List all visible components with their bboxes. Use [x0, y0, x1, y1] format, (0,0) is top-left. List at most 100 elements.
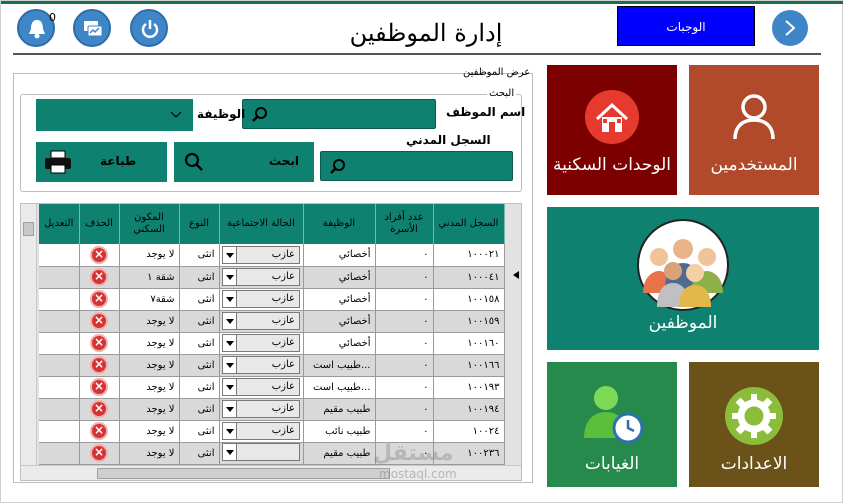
edit-cell[interactable] [39, 244, 80, 267]
watermark-logo: مستقل [373, 441, 454, 466]
settings-tile[interactable]: الاعدادات [689, 362, 819, 487]
edit-cell[interactable] [39, 354, 80, 377]
users-tile[interactable]: المستخدمين [689, 65, 819, 195]
column-header[interactable]: الحالة الاجتماعية [219, 204, 304, 244]
table-row[interactable]: × شقة ١ انثى عازب أخصائي ٠ ١٠٠٠٤١ [39, 266, 505, 289]
delete-icon[interactable]: × [90, 245, 108, 264]
delete-icon[interactable]: × [90, 422, 108, 440]
column-header[interactable]: عدد أفراد الأسرة [375, 204, 434, 244]
delete-cell[interactable]: × [79, 266, 120, 289]
marital-status-select[interactable]: عازب [222, 422, 300, 440]
chevron-down-icon[interactable] [223, 401, 237, 417]
search-button[interactable]: ابحث [174, 142, 314, 182]
table-row[interactable]: × لا يوجد انثى عازب طبيب مقيم ٠ ١٠٠١٩٤ [39, 398, 505, 421]
edit-cell[interactable] [39, 266, 80, 289]
delete-icon[interactable]: × [90, 334, 108, 352]
edit-cell[interactable] [39, 288, 80, 311]
marital-status-cell[interactable]: عازب [219, 376, 304, 399]
edit-cell[interactable] [39, 376, 80, 399]
meals-button[interactable]: الوجبات [617, 6, 755, 46]
delete-cell[interactable]: × [79, 376, 120, 399]
employees-tile[interactable]: الموظفين [547, 207, 819, 350]
delete-cell[interactable]: × [79, 288, 120, 311]
column-header[interactable]: التعديل [39, 204, 80, 244]
chevron-down-icon[interactable] [223, 357, 237, 373]
employees-grid: التعديل الحذف المكون السكني النوع الحالة الا… [39, 204, 505, 465]
column-header[interactable]: السجل المدني [433, 204, 505, 244]
delete-cell[interactable]: × [79, 332, 120, 355]
employee-name-input[interactable] [242, 99, 436, 129]
delete-icon[interactable]: × [90, 378, 108, 396]
column-header[interactable]: الحذف [79, 204, 120, 244]
marital-status-select[interactable]: عازب [222, 268, 300, 286]
chevron-down-icon[interactable] [223, 443, 237, 460]
delete-cell[interactable]: × [79, 244, 120, 267]
marital-status-cell[interactable] [219, 442, 304, 465]
table-row[interactable]: × لا يوجد انثى عازب أخصائي ٠ ١٠٠٠٢١ [39, 244, 505, 267]
marital-status-select[interactable]: عازب [222, 334, 300, 352]
marital-status-select[interactable]: عازب [222, 290, 300, 308]
chevron-down-icon[interactable] [223, 379, 237, 395]
marital-status-select[interactable]: عازب [222, 400, 300, 418]
marital-status-cell[interactable]: عازب [219, 310, 304, 333]
absences-tile[interactable]: الغيابات [547, 362, 677, 487]
marital-status-cell[interactable]: عازب [219, 398, 304, 421]
delete-icon[interactable]: × [90, 356, 108, 374]
column-header[interactable]: المكون السكني [119, 204, 180, 244]
edit-cell[interactable] [39, 332, 80, 355]
chevron-down-icon[interactable] [223, 423, 237, 439]
delete-cell[interactable]: × [79, 442, 120, 465]
housing-cell: لا يوجد [119, 332, 180, 355]
marital-status-cell[interactable]: عازب [219, 332, 304, 355]
delete-icon[interactable]: × [90, 290, 108, 308]
employee-name-label: اسم الموظف [446, 105, 526, 119]
housing-units-tile[interactable]: الوحدات السكنية [547, 65, 677, 195]
delete-cell[interactable]: × [79, 398, 120, 421]
messages-button[interactable] [73, 9, 111, 47]
back-button[interactable] [772, 10, 808, 46]
chevron-down-icon[interactable] [223, 335, 237, 351]
chevron-down-icon[interactable] [223, 313, 237, 329]
job-dropdown[interactable] [36, 99, 193, 131]
marital-status-cell[interactable]: عازب [219, 354, 304, 377]
table-row[interactable]: × لا يوجد انثى عازب أخصائي ٠ ١٠٠١٥٩ [39, 310, 505, 333]
marital-status-value: عازب [271, 359, 295, 370]
marital-status-cell[interactable]: عازب [219, 288, 304, 311]
table-row[interactable]: × لا يوجد انثى عازب أخصائي ٠ ١٠٠١٦٠ [39, 332, 505, 355]
edit-cell[interactable] [39, 442, 80, 465]
housing-cell: لا يوجد [119, 376, 180, 399]
marital-status-select[interactable] [222, 442, 300, 461]
edit-cell[interactable] [39, 310, 80, 333]
marital-status-select[interactable]: عازب [222, 312, 300, 330]
marital-status-value: عازب [271, 337, 295, 348]
table-row[interactable]: × لا يوجد انثى عازب طبيب نائب ٠ ١٠٠٢٤ [39, 420, 505, 443]
delete-cell[interactable]: × [79, 420, 120, 443]
table-row[interactable]: × لا يوجد انثى عازب طبيب است... ٠ ١٠٠١٩٣ [39, 376, 505, 399]
table-row[interactable]: × لا يوجد انثى عازب طبيب است... ٠ ١٠٠١٦٦ [39, 354, 505, 377]
delete-cell[interactable]: × [79, 310, 120, 333]
delete-icon[interactable]: × [90, 444, 108, 462]
edit-cell[interactable] [39, 398, 80, 421]
marital-status-cell[interactable]: عازب [219, 266, 304, 289]
marital-status-cell[interactable]: عازب [219, 244, 304, 267]
delete-cell[interactable]: × [79, 354, 120, 377]
column-header[interactable]: النوع [179, 204, 220, 244]
power-button[interactable] [130, 9, 168, 47]
column-header[interactable]: الوظيفة [303, 204, 376, 244]
delete-icon[interactable]: × [90, 400, 108, 418]
chevron-down-icon[interactable] [223, 291, 237, 307]
marital-status-select[interactable]: عازب [222, 356, 300, 374]
marital-status-cell[interactable]: عازب [219, 420, 304, 443]
marital-status-select[interactable]: عازب [222, 245, 300, 264]
delete-icon[interactable]: × [90, 268, 108, 286]
marital-status-select[interactable]: عازب [222, 378, 300, 396]
print-button[interactable]: طباعة [36, 142, 167, 182]
table-row[interactable]: × شقة٧ انثى عازب أخصائي ٠ ١٠٠١٥٨ [39, 288, 505, 311]
chevron-down-icon[interactable] [223, 269, 237, 285]
civil-record-input[interactable] [320, 151, 513, 181]
edit-cell[interactable] [39, 420, 80, 443]
chevron-down-icon[interactable] [223, 246, 237, 263]
employees-table[interactable]: التعديل الحذف المكون السكني النوع الحالة الا… [20, 203, 522, 481]
delete-icon[interactable]: × [90, 312, 108, 330]
vertical-scrollbar[interactable] [21, 204, 37, 466]
